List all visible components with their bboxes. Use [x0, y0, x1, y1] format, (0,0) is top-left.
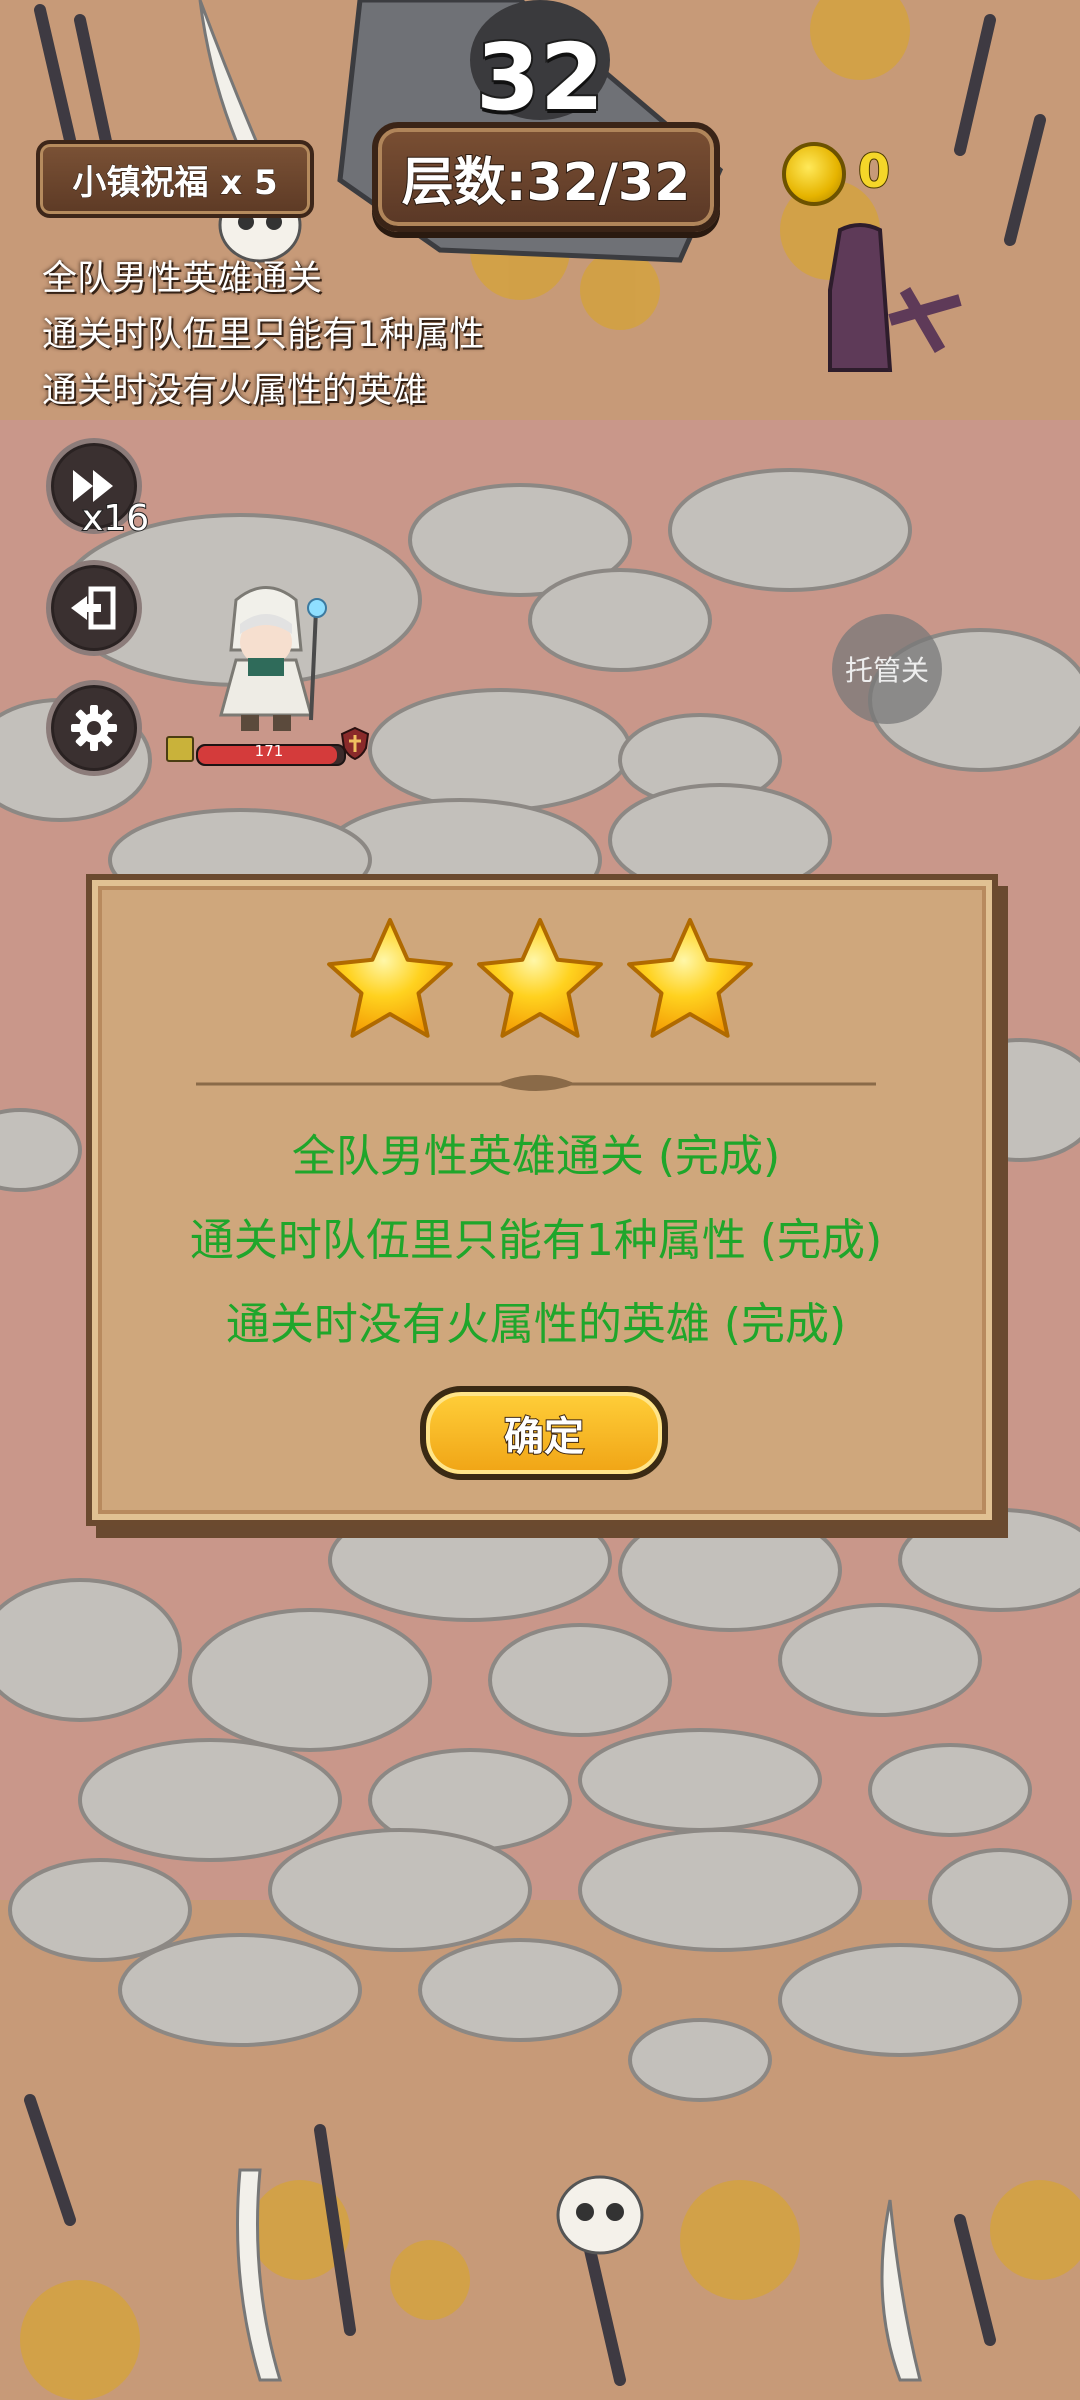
- hero-class-icon: [166, 736, 194, 762]
- auto-play-button[interactable]: 托管关: [832, 614, 942, 724]
- hero-hp-value: 171: [254, 742, 284, 760]
- gear-icon: [71, 705, 117, 751]
- coin-icon: [782, 142, 846, 206]
- star-icon-3: [627, 918, 753, 1038]
- star-icon-2: [477, 918, 603, 1038]
- confirm-button[interactable]: 确定: [420, 1386, 668, 1480]
- star-icon-1: [327, 918, 453, 1038]
- objective-line-3: 通关时没有火属性的英雄: [42, 371, 428, 411]
- dialog-divider: [196, 1075, 876, 1091]
- auto-play-label: 托管关: [844, 654, 929, 687]
- objective-line-2: 通关时队伍里只能有1种属性: [42, 315, 485, 355]
- floor-counter-text: 层数:32/32: [401, 152, 692, 214]
- level-number: 32: [474, 22, 606, 133]
- confirm-button-label: 确定: [503, 1413, 585, 1461]
- hero-mage-sprite: [219, 586, 327, 731]
- exit-door-icon: [71, 586, 116, 630]
- hero-shield-icon: [340, 726, 370, 760]
- star-rating: [327, 918, 753, 1038]
- game-scene: 32 层数:32/32 小镇祝福 x 5 0 全队男性英雄通关 通关时队伍里只能…: [0, 0, 1080, 2400]
- coin-count: 0: [857, 143, 891, 199]
- settings-button[interactable]: [46, 680, 142, 776]
- result-line-3: 通关时没有火属性的英雄 (完成): [225, 1299, 847, 1350]
- result-line-1: 全队男性英雄通关 (完成): [291, 1131, 781, 1182]
- town-blessing-plaque: 小镇祝福 x 5: [36, 140, 314, 218]
- town-blessing-text: 小镇祝福 x 5: [72, 162, 278, 203]
- floor-counter-plaque: 层数:32/32: [372, 122, 720, 232]
- result-line-2: 通关时队伍里只能有1种属性 (完成): [189, 1215, 883, 1266]
- exit-button[interactable]: [46, 560, 142, 656]
- speed-multiplier-label: x16: [81, 497, 150, 540]
- objective-line-1: 全队男性英雄通关: [42, 259, 323, 299]
